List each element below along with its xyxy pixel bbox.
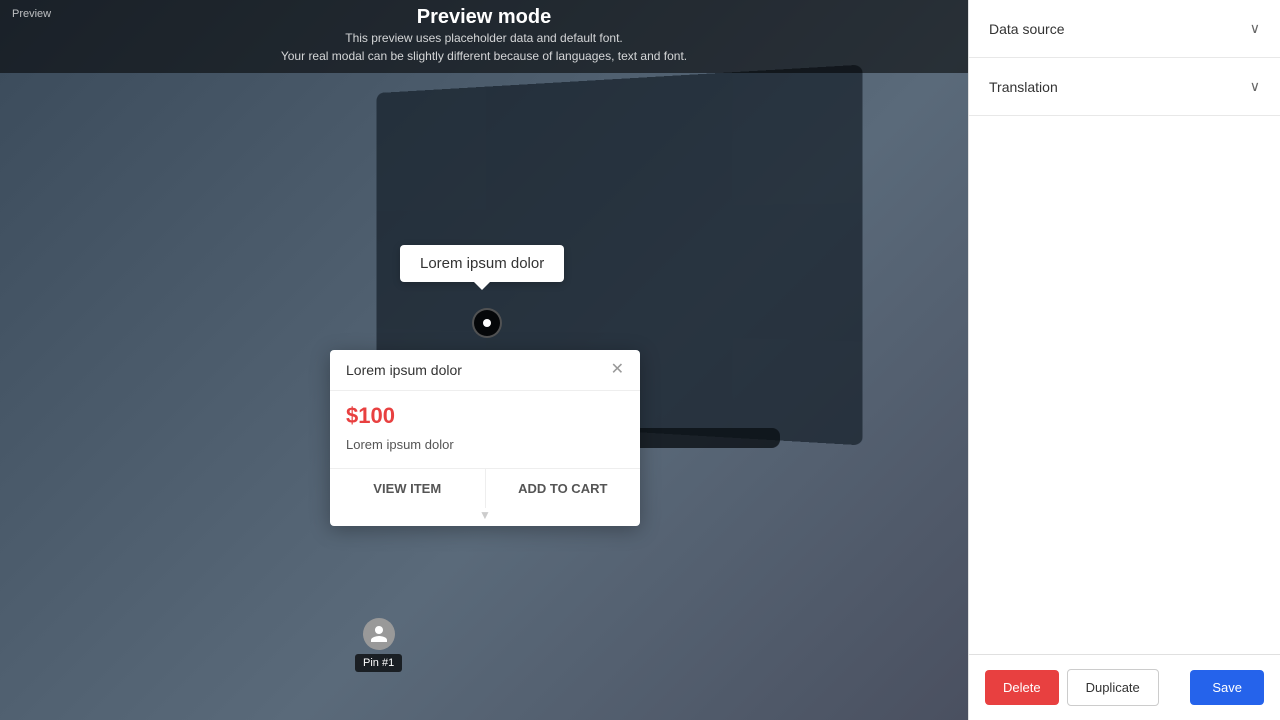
translation-label: Translation [989, 79, 1058, 95]
pin-label: Pin #1 [355, 654, 402, 672]
modal-close-button[interactable]: ✕ [611, 362, 624, 378]
data-source-section: Data source ∨ [969, 0, 1280, 58]
modal-header: Lorem ipsum dolor ✕ [330, 350, 640, 391]
duplicate-button[interactable]: Duplicate [1067, 669, 1159, 706]
right-panel: Data source ∨ Translation ∨ Delete Dupli… [968, 0, 1280, 720]
preview-mode-title: Preview mode [12, 6, 956, 29]
translation-section: Translation ∨ [969, 58, 1280, 116]
modal-body: $100 Lorem ipsum dolor [330, 391, 640, 468]
modal-price: $100 [346, 403, 624, 429]
user-icon [369, 624, 389, 644]
pin-circle[interactable] [472, 308, 502, 338]
translation-chevron-icon: ∨ [1250, 78, 1260, 95]
save-button[interactable]: Save [1190, 670, 1264, 705]
preview-subtitle-2: Your real modal can be slightly differen… [12, 47, 956, 65]
tooltip-bubble: Lorem ipsum dolor [400, 245, 564, 282]
pin-avatar [363, 618, 395, 650]
translation-row[interactable]: Translation ∨ [969, 58, 1280, 115]
preview-subtitle-1: This preview uses placeholder data and d… [12, 29, 956, 47]
modal-title: Lorem ipsum dolor [346, 362, 462, 378]
panel-spacer [969, 116, 1280, 654]
panel-footer: Delete Duplicate Save [969, 654, 1280, 720]
view-item-button[interactable]: VIEW ITEM [330, 469, 486, 508]
modal-popup: Lorem ipsum dolor ✕ $100 Lorem ipsum dol… [330, 350, 640, 526]
add-to-cart-button[interactable]: ADD TO CART [486, 469, 641, 508]
modal-arrow-down: ▼ [330, 508, 640, 526]
pin-circle-inner [483, 319, 491, 327]
data-source-label: Data source [989, 21, 1064, 37]
pin-bottom[interactable]: Pin #1 [355, 618, 402, 672]
modal-footer: VIEW ITEM ADD TO CART [330, 468, 640, 508]
preview-area: Preview Preview mode This preview uses p… [0, 0, 968, 720]
preview-header: Preview Preview mode This preview uses p… [0, 0, 968, 73]
data-source-chevron-icon: ∨ [1250, 20, 1260, 37]
data-source-row[interactable]: Data source ∨ [969, 0, 1280, 57]
preview-label: Preview [12, 8, 51, 20]
modal-description: Lorem ipsum dolor [346, 437, 624, 452]
tooltip-text: Lorem ipsum dolor [420, 255, 544, 272]
delete-button[interactable]: Delete [985, 670, 1059, 705]
